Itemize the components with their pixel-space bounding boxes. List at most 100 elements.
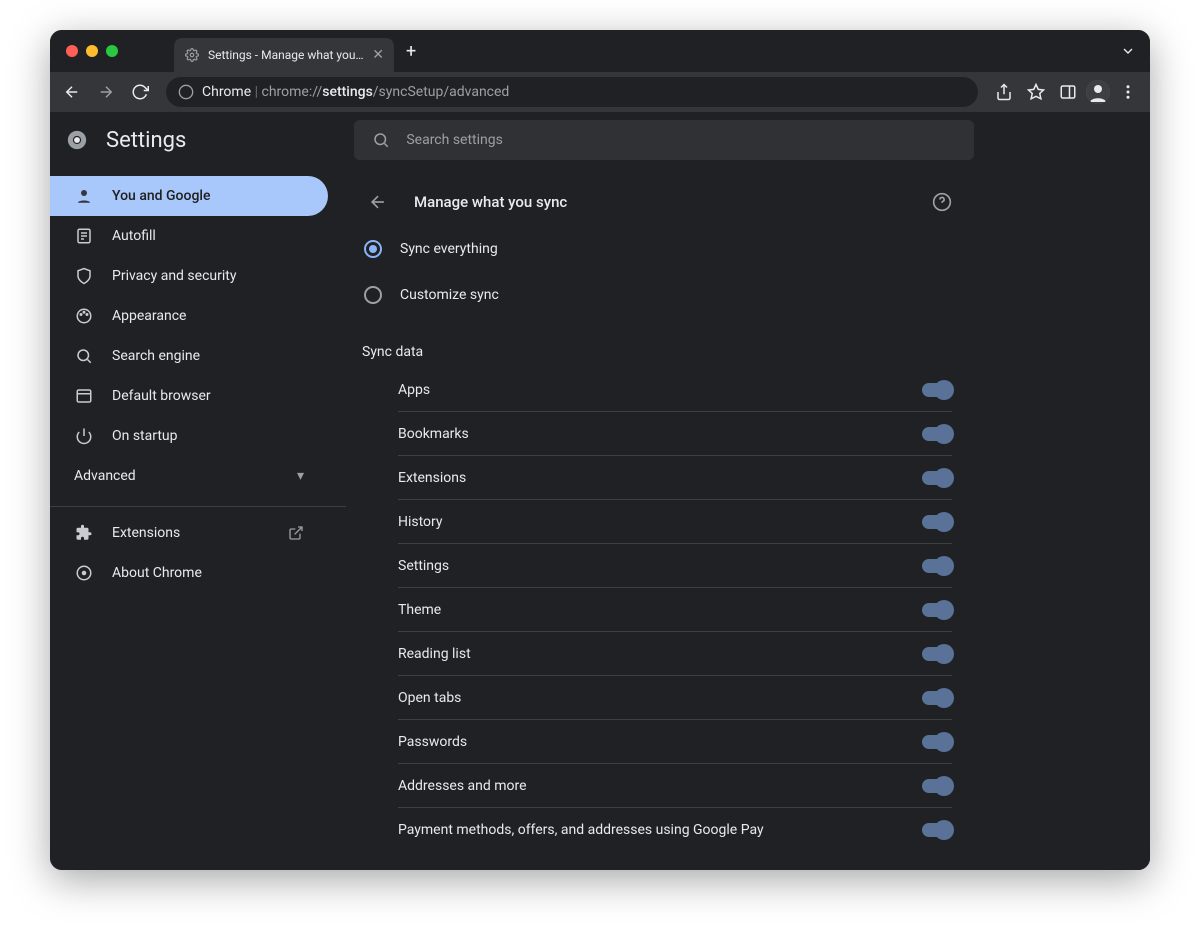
sidebar-separator — [50, 506, 346, 507]
sidebar-item-appearance[interactable]: Appearance — [50, 296, 328, 336]
panel-back-button[interactable] — [360, 184, 396, 220]
new-tab-button[interactable]: + — [406, 41, 416, 62]
sync-row-open-tabs: Open tabs — [398, 676, 952, 720]
sync-row-addresses: Addresses and more — [398, 764, 952, 808]
bookmark-button[interactable] — [1022, 78, 1050, 106]
sidebar-item-label: Appearance — [112, 308, 186, 324]
sync-row-label: Passwords — [398, 734, 467, 750]
sidebar-item-label: Default browser — [112, 388, 211, 404]
gear-icon — [184, 47, 200, 63]
sync-row-history: History — [398, 500, 952, 544]
radio-unselected-icon — [364, 286, 382, 304]
sidebar-item-autofill[interactable]: Autofill — [50, 216, 328, 256]
side-panel-button[interactable] — [1054, 78, 1082, 106]
sync-row-extensions: Extensions — [398, 456, 952, 500]
sidebar-item-default-browser[interactable]: Default browser — [50, 376, 328, 416]
toggle-bookmarks[interactable] — [922, 427, 952, 441]
sidebar-advanced-label: Advanced — [74, 468, 136, 484]
toggle-open-tabs[interactable] — [922, 691, 952, 705]
sidebar-item-search-engine[interactable]: Search engine — [50, 336, 328, 376]
sync-row-label: Extensions — [398, 470, 466, 486]
palette-icon — [74, 307, 94, 325]
forward-button[interactable] — [92, 78, 120, 106]
section-label: Sync data — [362, 344, 952, 360]
autofill-icon — [74, 227, 94, 245]
site-info-icon[interactable] — [178, 84, 194, 100]
sync-row-label: Reading list — [398, 646, 471, 662]
url-text: Chrome | chrome://settings/syncSetup/adv… — [202, 84, 509, 100]
settings-sidebar: You and Google Autofill Privacy and secu… — [50, 168, 346, 870]
toggle-settings[interactable] — [922, 559, 952, 573]
sync-row-apps: Apps — [398, 368, 952, 412]
browser-tab[interactable]: Settings - Manage what you sy ✕ — [174, 38, 394, 72]
sync-row-label: Theme — [398, 602, 441, 618]
tab-title: Settings - Manage what you sy — [208, 48, 364, 62]
sidebar-item-label: About Chrome — [112, 565, 202, 581]
sync-row-label: Open tabs — [398, 690, 461, 706]
sidebar-item-about-chrome[interactable]: About Chrome — [50, 553, 328, 593]
chevron-down-icon: ▾ — [297, 468, 304, 484]
browser-icon — [74, 387, 94, 405]
sidebar-item-label: Privacy and security — [112, 268, 236, 284]
person-icon — [74, 187, 94, 205]
settings-search[interactable] — [354, 120, 974, 160]
radio-selected-icon — [364, 240, 382, 258]
sidebar-advanced-toggle[interactable]: Advanced ▾ — [50, 456, 328, 496]
sync-row-label: Addresses and more — [398, 778, 527, 794]
sync-row-label: History — [398, 514, 443, 530]
sync-row-reading-list: Reading list — [398, 632, 952, 676]
sync-row-bookmarks: Bookmarks — [398, 412, 952, 456]
sync-row-payment: Payment methods, offers, and addresses u… — [398, 808, 952, 852]
sync-row-settings: Settings — [398, 544, 952, 588]
back-button[interactable] — [58, 78, 86, 106]
sync-row-label: Settings — [398, 558, 449, 574]
settings-search-input[interactable] — [404, 131, 956, 149]
share-button[interactable] — [990, 78, 1018, 106]
sidebar-item-label: On startup — [112, 428, 178, 444]
toggle-passwords[interactable] — [922, 735, 952, 749]
sidebar-item-on-startup[interactable]: On startup — [50, 416, 328, 456]
toggle-extensions[interactable] — [922, 471, 952, 485]
toolbar-actions — [990, 78, 1142, 106]
radio-label: Sync everything — [400, 241, 498, 257]
sidebar-item-privacy[interactable]: Privacy and security — [50, 256, 328, 296]
panel-title: Manage what you sync — [414, 193, 914, 211]
page-content: Settings You and Google Autofill — [50, 112, 1150, 870]
toggle-apps[interactable] — [922, 383, 952, 397]
browser-toolbar: Chrome | chrome://settings/syncSetup/adv… — [50, 72, 1150, 112]
fullscreen-window-button[interactable] — [106, 45, 118, 57]
sync-row-label: Apps — [398, 382, 430, 398]
toggle-reading-list[interactable] — [922, 647, 952, 661]
sidebar-item-extensions[interactable]: Extensions — [50, 513, 328, 553]
search-icon — [372, 131, 390, 149]
help-button[interactable] — [932, 192, 952, 212]
shield-icon — [74, 267, 94, 285]
minimize-window-button[interactable] — [86, 45, 98, 57]
close-tab-button[interactable]: ✕ — [372, 48, 384, 62]
window-controls — [66, 45, 118, 57]
radio-sync-everything[interactable]: Sync everything — [360, 226, 952, 272]
sidebar-item-you-and-google[interactable]: You and Google — [50, 176, 328, 216]
search-icon — [74, 347, 94, 365]
toggle-history[interactable] — [922, 515, 952, 529]
profile-avatar[interactable] — [1086, 80, 1110, 104]
open-external-icon — [288, 525, 304, 541]
sync-data-list: Apps Bookmarks Extensions History — [398, 368, 952, 852]
toggle-addresses[interactable] — [922, 779, 952, 793]
sidebar-item-label: Search engine — [112, 348, 200, 364]
power-icon — [74, 427, 94, 445]
close-window-button[interactable] — [66, 45, 78, 57]
toggle-theme[interactable] — [922, 603, 952, 617]
sync-row-label: Bookmarks — [398, 426, 469, 442]
page-title: Settings — [106, 128, 186, 153]
sidebar-item-label: Autofill — [112, 228, 156, 244]
menu-button[interactable] — [1114, 78, 1142, 106]
address-bar[interactable]: Chrome | chrome://settings/syncSetup/adv… — [166, 77, 978, 107]
toggle-payment[interactable] — [922, 823, 952, 837]
tabs-dropdown-button[interactable] — [1120, 43, 1136, 59]
browser-window: Settings - Manage what you sy ✕ + Chrome… — [50, 30, 1150, 870]
reload-button[interactable] — [126, 78, 154, 106]
tab-strip: Settings - Manage what you sy ✕ + — [50, 30, 1150, 72]
sidebar-item-label: Extensions — [112, 525, 180, 541]
radio-customize-sync[interactable]: Customize sync — [360, 272, 952, 318]
